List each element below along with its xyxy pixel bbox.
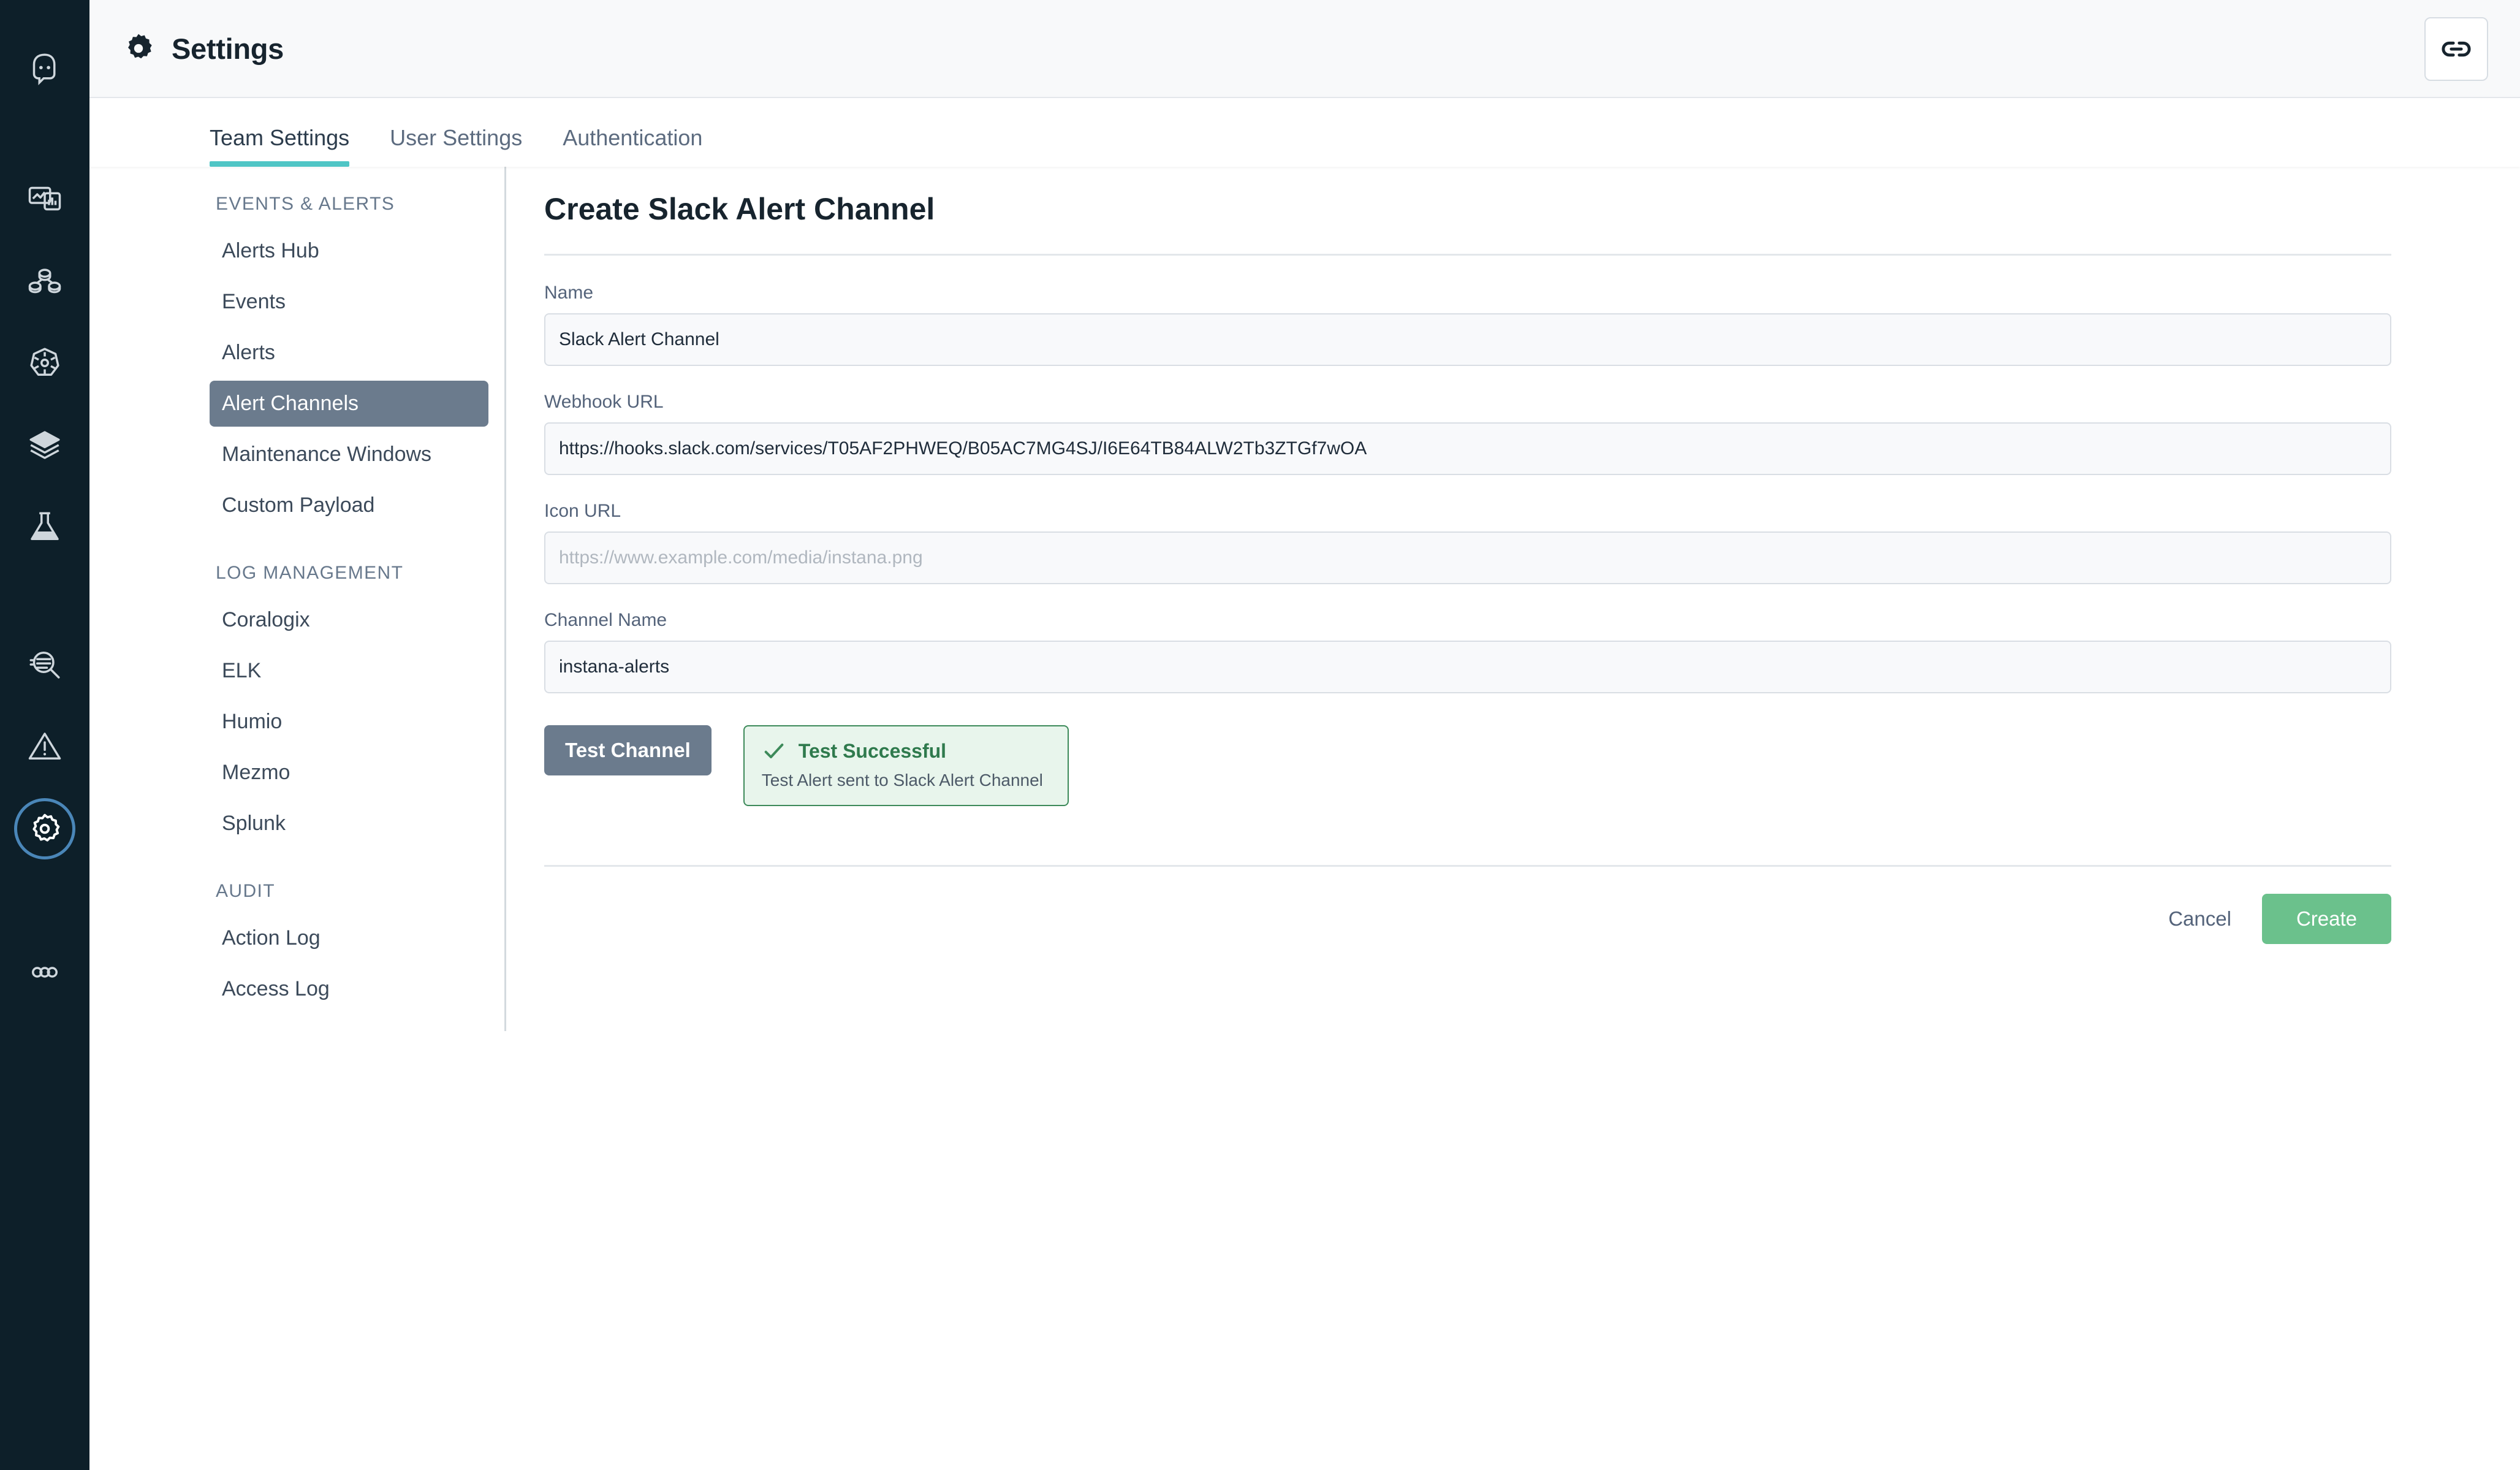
- sidebar-item-alerts-hub[interactable]: Alerts Hub: [210, 228, 488, 274]
- nav-group-log-management: LOG MANAGEMENT Coralogix ELK Humio Mezmo…: [210, 563, 488, 847]
- settings-body: EVENTS & ALERTS Alerts Hub Events Alerts…: [89, 167, 2520, 1470]
- nav-group-title: EVENTS & ALERTS: [216, 194, 395, 214]
- sidebar-item-alerts[interactable]: Alerts: [210, 330, 488, 376]
- sidebar-item-humio[interactable]: Humio: [210, 699, 488, 745]
- tab-team-settings[interactable]: Team Settings: [210, 125, 350, 167]
- nav-group-title: AUDIT: [216, 881, 275, 901]
- field-channel-name: Channel Name instana-alerts: [544, 610, 2391, 693]
- nav-group-audit: AUDIT Action Log Access Log: [210, 881, 488, 1012]
- form-actions: Cancel Create: [544, 867, 2391, 944]
- sidebar-item-custom-payload[interactable]: Custom Payload: [210, 482, 488, 528]
- sidebar-item-elk[interactable]: ELK: [210, 648, 488, 694]
- alert-channel-form: Create Slack Alert Channel Name Slack Al…: [506, 167, 2520, 1470]
- toast-message: Test Alert sent to Slack Alert Channel: [761, 771, 1043, 790]
- page-title-wrap: Settings: [121, 31, 284, 66]
- webhook-url-label: Webhook URL: [544, 392, 664, 412]
- sidebar-item-more[interactable]: [14, 942, 75, 1003]
- sidebar-item-access-log[interactable]: Access Log: [210, 966, 488, 1012]
- icon-url-input[interactable]: https://www.example.com/media/instana.pn…: [544, 531, 2391, 584]
- tab-user-settings[interactable]: User Settings: [390, 125, 522, 167]
- test-channel-button[interactable]: Test Channel: [544, 725, 712, 775]
- sidebar-item-dashboards[interactable]: [14, 168, 75, 229]
- create-button[interactable]: Create: [2261, 894, 2391, 944]
- test-result-toast: Test Successful Test Alert sent to Slack…: [743, 725, 1069, 806]
- sidebar-item-synthetics[interactable]: [14, 497, 75, 558]
- sidebar-item-coralogix[interactable]: Coralogix: [210, 597, 488, 643]
- test-channel-row: Test Channel Test Successful Test Alert …: [544, 725, 2391, 806]
- form-title: Create Slack Alert Channel: [544, 192, 935, 226]
- name-label: Name: [544, 283, 594, 303]
- check-icon: [762, 739, 786, 763]
- content-area: Settings Team Settings User Settings Aut…: [89, 0, 2520, 1470]
- sidebar-item-maintenance-windows[interactable]: Maintenance Windows: [210, 432, 488, 478]
- field-webhook-url: Webhook URL https://hooks.slack.com/serv…: [544, 392, 2391, 475]
- settings-sidebar: EVENTS & ALERTS Alerts Hub Events Alerts…: [89, 167, 506, 1031]
- toast-title: Test Successful: [798, 739, 947, 762]
- channel-name-label: Channel Name: [544, 610, 667, 630]
- sidebar-item-analytics[interactable]: [14, 634, 75, 695]
- sidebar-item-settings[interactable]: [14, 798, 75, 859]
- sidebar-item-mezmo[interactable]: Mezmo: [210, 750, 488, 796]
- sidebar-item-kubernetes[interactable]: [14, 332, 75, 394]
- app-root: Settings Team Settings User Settings Aut…: [0, 0, 2520, 1470]
- name-input[interactable]: Slack Alert Channel: [544, 313, 2391, 366]
- title-divider: [544, 254, 2391, 256]
- nav-group-title: LOG MANAGEMENT: [216, 563, 404, 583]
- icon-url-label: Icon URL: [544, 501, 621, 521]
- tab-authentication[interactable]: Authentication: [563, 125, 702, 167]
- sidebar-item-infrastructure[interactable]: [14, 414, 75, 476]
- link-chain-icon: [2440, 33, 2472, 65]
- sidebar-item-splunk[interactable]: Splunk: [210, 801, 488, 847]
- page-header: Settings: [89, 0, 2520, 98]
- gear-icon: [121, 31, 156, 66]
- sidebar-item-applications[interactable]: [14, 250, 75, 311]
- page-title: Settings: [172, 32, 284, 65]
- primary-nav-rail: [0, 0, 89, 1470]
- field-icon-url: Icon URL https://www.example.com/media/i…: [544, 501, 2391, 584]
- sidebar-item-events[interactable]: [14, 716, 75, 777]
- sidebar-item-alert-channels[interactable]: Alert Channels: [210, 381, 488, 427]
- sidebar-item-action-log[interactable]: Action Log: [210, 915, 488, 961]
- cancel-button[interactable]: Cancel: [2168, 907, 2231, 931]
- toast-header: Test Successful: [762, 739, 1043, 763]
- nav-group-events-alerts: EVENTS & ALERTS Alerts Hub Events Alerts…: [210, 194, 488, 528]
- instana-robot-logo-icon[interactable]: [14, 38, 75, 99]
- settings-tabs: Team Settings User Settings Authenticati…: [89, 98, 2520, 167]
- channel-name-input[interactable]: instana-alerts: [544, 641, 2391, 693]
- webhook-url-input[interactable]: https://hooks.slack.com/services/T05AF2P…: [544, 422, 2391, 475]
- field-name: Name Slack Alert Channel: [544, 283, 2391, 366]
- sidebar-item-events[interactable]: Events: [210, 279, 488, 325]
- copy-link-button[interactable]: [2424, 17, 2488, 81]
